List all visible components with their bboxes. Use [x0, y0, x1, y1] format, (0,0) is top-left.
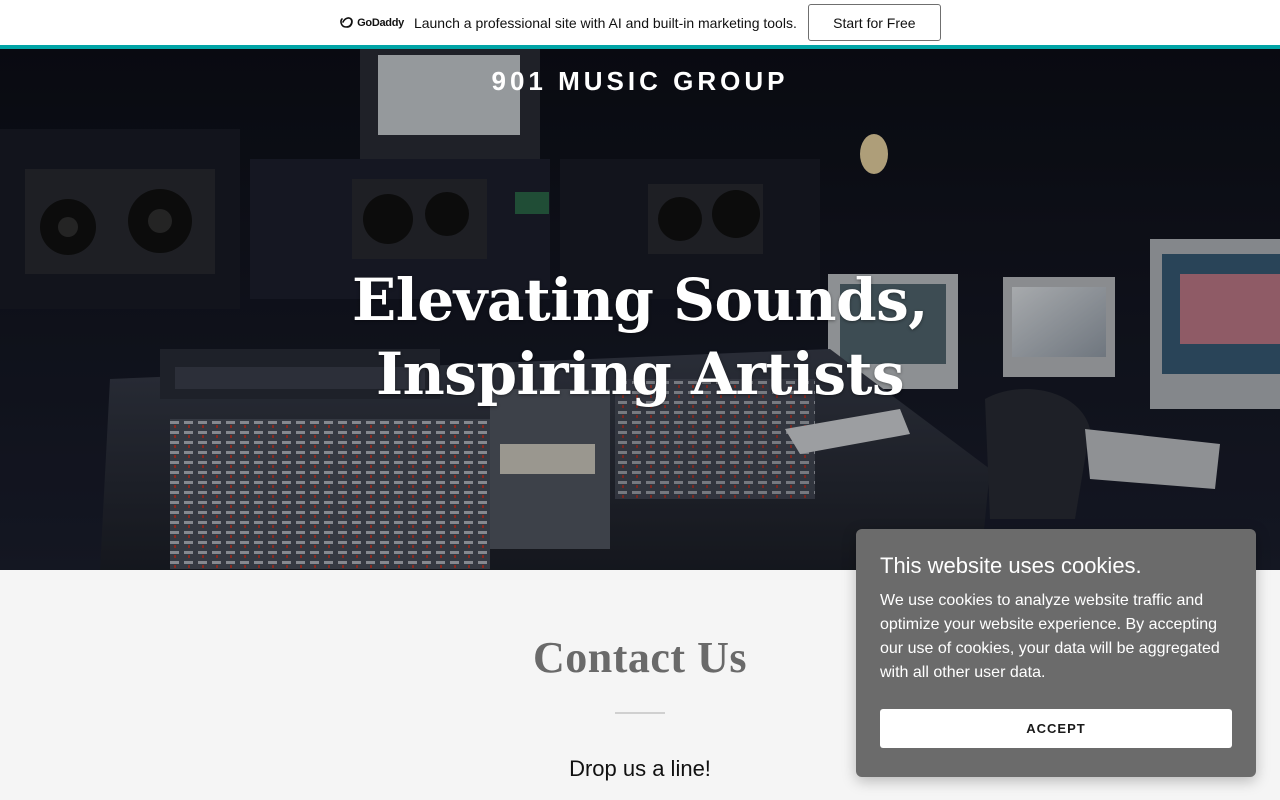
godaddy-logo-text: GoDaddy: [357, 16, 404, 29]
promo-content: GoDaddy Launch a professional site with …: [339, 4, 941, 41]
accept-cookies-button[interactable]: ACCEPT: [880, 709, 1232, 748]
godaddy-logo-icon: [340, 16, 353, 28]
hero-heading: Elevating Sounds, Inspiring Artists: [352, 266, 928, 408]
cookie-banner-title: This website uses cookies.: [880, 553, 1142, 578]
promo-bar: GoDaddy Launch a professional site with …: [0, 0, 1280, 45]
site-title[interactable]: 901 MUSIC GROUP: [0, 66, 1280, 97]
section-divider: [615, 712, 665, 714]
godaddy-logo[interactable]: GoDaddy: [339, 16, 404, 30]
cookie-banner-text: We use cookies to analyze website traffi…: [880, 592, 1220, 681]
hero-section: 901 MUSIC GROUP Elevating Sounds, Inspir…: [0, 49, 1280, 570]
promo-message: Launch a professional site with AI and b…: [413, 14, 797, 31]
cookie-banner: This website uses cookies. We use cookie…: [856, 529, 1256, 777]
start-for-free-button[interactable]: Start for Free: [807, 4, 941, 41]
